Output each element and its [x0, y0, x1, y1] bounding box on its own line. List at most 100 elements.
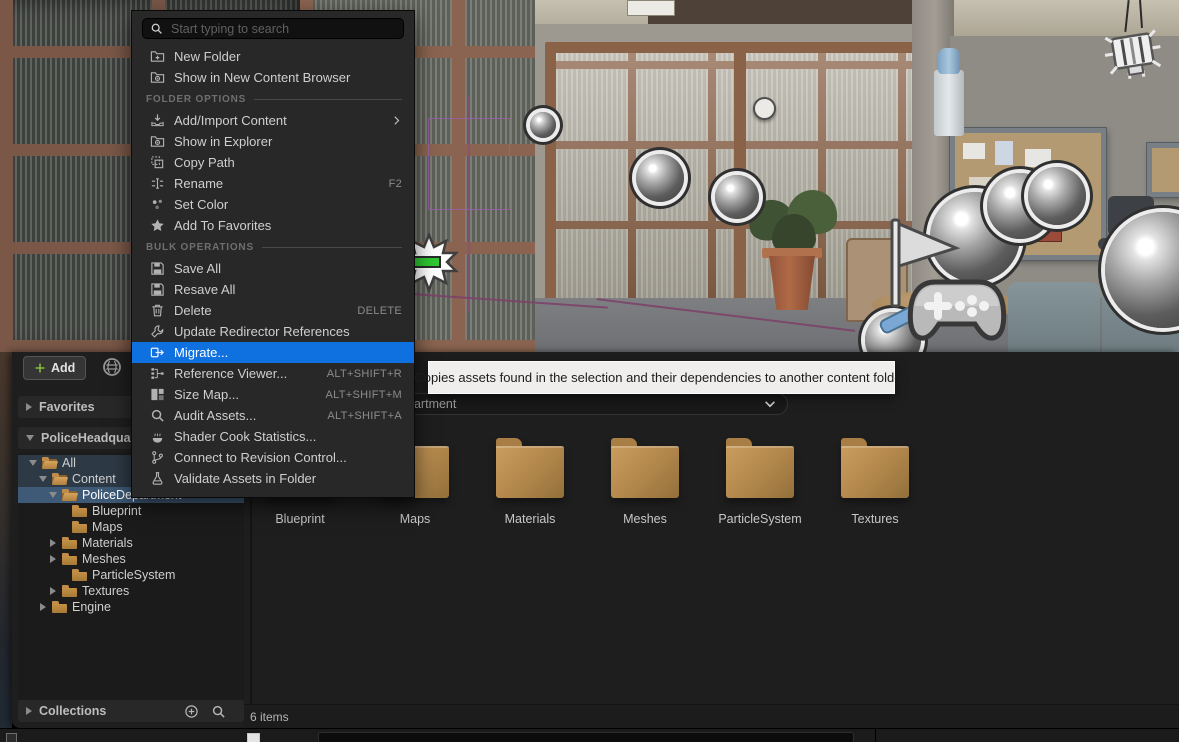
menu-item-reference-viewer[interactable]: Reference Viewer... ALT+SHIFT+R	[132, 363, 414, 384]
tree-item-textures[interactable]: Textures	[18, 583, 244, 599]
folder-icon	[72, 521, 88, 533]
ceiling-light-icon[interactable]	[1102, 24, 1164, 82]
add-collection-icon[interactable]	[184, 704, 199, 719]
search-icon	[150, 22, 163, 35]
menu-item-show-in-explorer[interactable]: Show in Explorer	[132, 131, 414, 152]
expand-arrow-icon[interactable]	[39, 476, 47, 482]
folder-tile-meshes[interactable]: Meshes	[599, 438, 691, 526]
menu-item-connect-to-revision-control[interactable]: Connect to Revision Control...	[132, 447, 414, 468]
menu-item-add-to-favorites[interactable]: Add To Favorites	[132, 215, 414, 236]
trash-icon	[150, 303, 165, 318]
tree-item-label: ParticleSystem	[92, 568, 175, 582]
import-badge-icon[interactable]	[102, 357, 122, 377]
tree-item-label: All	[62, 456, 76, 470]
menu-item-new-folder[interactable]: New Folder	[132, 46, 414, 67]
folder-icon	[62, 537, 78, 549]
folder-icon	[62, 585, 78, 597]
menu-item-shortcut: ALT+SHIFT+A	[327, 410, 402, 422]
menu-item-label: Size Map...	[174, 387, 239, 402]
reflection-capture-sphere[interactable]	[530, 112, 556, 138]
branch-icon	[150, 450, 165, 465]
menu-item-rename[interactable]: Rename F2	[132, 173, 414, 194]
reflection-capture-sphere[interactable]	[715, 175, 759, 219]
folder-tile-textures[interactable]: Textures	[829, 438, 921, 526]
section-bulk-operations: BULK OPERATIONS	[132, 236, 414, 258]
menu-item-label: Shader Cook Statistics...	[174, 429, 316, 444]
menu-item-validate-assets-in-folder[interactable]: Validate Assets in Folder	[132, 468, 414, 489]
menu-item-show-in-new-content-browser[interactable]: Show in New Content Browser	[132, 67, 414, 88]
folder-icon	[72, 505, 88, 517]
menu-item-delete[interactable]: Delete DELETE	[132, 300, 414, 321]
menu-item-label: Migrate...	[174, 345, 228, 360]
menu-item-shortcut: ALT+SHIFT+M	[326, 389, 402, 401]
flask-icon	[150, 471, 165, 486]
search-collections-icon[interactable]	[211, 704, 226, 719]
items-count: 6 items	[250, 710, 289, 724]
content-drawer-icon[interactable]	[6, 733, 17, 742]
menu-item-shader-cook-statistics[interactable]: Shader Cook Statistics...	[132, 426, 414, 447]
menu-item-shortcut: ALT+SHIFT+R	[327, 368, 402, 380]
folder-tile-particlesystem[interactable]: ParticleSystem	[714, 438, 806, 526]
menu-item-set-color[interactable]: Set Color	[132, 194, 414, 215]
floppy-icon	[150, 261, 165, 276]
star-icon	[150, 218, 165, 233]
menu-item-label: Resave All	[174, 282, 235, 297]
folder-tile-materials[interactable]: Materials	[484, 438, 576, 526]
section-title: FOLDER OPTIONS	[146, 94, 246, 105]
rename-icon	[150, 176, 165, 191]
folder-icon	[726, 438, 794, 498]
menu-item-label: New Folder	[174, 49, 240, 64]
menu-search-box[interactable]	[142, 18, 404, 39]
collections-section-header[interactable]: Collections	[18, 700, 244, 722]
expand-arrow-icon[interactable]	[26, 435, 34, 441]
collapse-arrow-icon[interactable]	[50, 587, 56, 595]
water-bottle	[938, 48, 960, 74]
collections-label: Collections	[39, 704, 106, 718]
reflection-capture-sphere[interactable]	[636, 154, 684, 202]
menu-item-shortcut: F2	[389, 178, 402, 190]
collapse-arrow-icon[interactable]	[40, 603, 46, 611]
collapse-arrow-icon[interactable]	[50, 539, 56, 547]
output-log-icon[interactable]	[247, 733, 260, 742]
copy-path-icon	[150, 155, 165, 170]
tree-item-blueprint[interactable]: Blueprint	[18, 503, 244, 519]
menu-item-resave-all[interactable]: Resave All	[132, 279, 414, 300]
tree-item-engine[interactable]: Engine	[18, 599, 244, 615]
menu-item-migrate[interactable]: Migrate...	[132, 342, 414, 363]
wrench-icon	[150, 324, 165, 339]
tree-item-meshes[interactable]: Meshes	[18, 551, 244, 567]
gamepad-icon[interactable]	[905, 274, 1009, 344]
menu-search-input[interactable]	[169, 21, 396, 37]
unreal-editor-window: Add Favorites PoliceHeadquarters All	[0, 0, 1179, 742]
collapse-arrow-icon[interactable]	[26, 403, 32, 411]
menu-item-audit-assets[interactable]: Audit Assets... ALT+SHIFT+A	[132, 405, 414, 426]
menu-item-update-redirector-references[interactable]: Update Redirector References	[132, 321, 414, 342]
tree-item-label: Engine	[72, 600, 111, 614]
folder-context-menu: New Folder Show in New Content Browser F…	[131, 10, 415, 498]
migrate-tooltip: Copies assets found in the selection and…	[428, 361, 895, 394]
collapse-arrow-icon[interactable]	[26, 707, 32, 715]
tree-item-label: Meshes	[82, 552, 126, 566]
menu-item-copy-path[interactable]: Copy Path	[132, 152, 414, 173]
folder-icon	[841, 438, 909, 498]
expand-arrow-icon[interactable]	[29, 460, 37, 466]
console-command-input[interactable]	[318, 732, 854, 742]
folder-icon	[62, 553, 78, 565]
content-browser-icon	[150, 70, 165, 85]
new-folder-icon	[150, 49, 165, 64]
reflection-capture-sphere[interactable]	[1028, 167, 1086, 225]
tree-item-maps[interactable]: Maps	[18, 519, 244, 535]
add-button[interactable]: Add	[23, 356, 86, 380]
tree-item-materials[interactable]: Materials	[18, 535, 244, 551]
tree-item-particlesystem[interactable]: ParticleSystem	[18, 567, 244, 583]
menu-item-size-map[interactable]: Size Map... ALT+SHIFT+M	[132, 384, 414, 405]
magnifier-icon	[150, 408, 165, 423]
add-button-label: Add	[51, 361, 75, 375]
water-cooler	[934, 70, 964, 136]
menu-item-save-all[interactable]: Save All	[132, 258, 414, 279]
menu-item-add-import-content[interactable]: Add/Import Content	[132, 110, 414, 131]
chevron-down-icon[interactable]	[763, 397, 777, 411]
tree-item-label: Materials	[82, 536, 133, 550]
expand-arrow-icon[interactable]	[49, 492, 57, 498]
collapse-arrow-icon[interactable]	[50, 555, 56, 563]
